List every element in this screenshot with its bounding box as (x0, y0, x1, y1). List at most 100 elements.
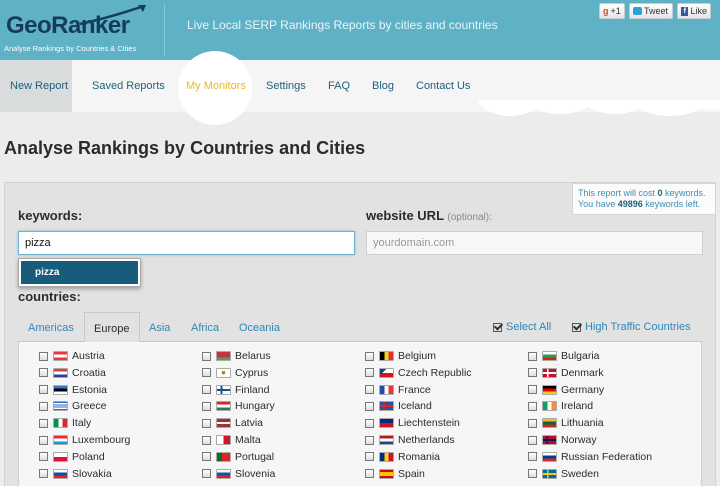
country-checkbox[interactable] (202, 351, 211, 361)
country-checkbox[interactable] (202, 469, 211, 479)
nav-new-report[interactable]: New Report (0, 60, 72, 112)
country-checkbox[interactable] (39, 452, 48, 462)
country-option[interactable]: Croatia (39, 366, 106, 380)
country-option[interactable]: Portugal (202, 450, 274, 464)
country-option[interactable]: Denmark (528, 366, 604, 380)
country-option[interactable]: Poland (39, 450, 105, 464)
country-checkbox[interactable] (365, 469, 374, 479)
country-option[interactable]: Lithuania (528, 416, 604, 430)
checkmark-icon (572, 322, 581, 332)
flag-icon (216, 451, 231, 462)
website-url-input[interactable]: yourdomain.com (366, 231, 703, 255)
country-option[interactable]: Cyprus (202, 366, 268, 380)
country-checkbox[interactable] (365, 435, 374, 445)
nav-faq[interactable]: FAQ (328, 80, 350, 92)
georanker-logo[interactable]: GeoRanker Analyse Rankings by Countries … (4, 4, 148, 56)
country-option[interactable]: Ireland (528, 399, 593, 413)
flag-icon (53, 435, 68, 445)
country-checkbox[interactable] (39, 385, 48, 395)
high-traffic-countries-link[interactable]: High Traffic Countries (572, 321, 691, 333)
country-label: Netherlands (398, 434, 455, 446)
nav-my-monitors[interactable]: My Monitors (186, 80, 246, 92)
country-option[interactable]: Slovenia (202, 467, 275, 481)
country-label: Czech Republic (398, 366, 472, 379)
keywords-input[interactable]: pizza (18, 231, 355, 255)
country-checkbox[interactable] (528, 401, 537, 411)
facebook-like-button[interactable]: f Like (677, 3, 711, 19)
country-option[interactable]: Bulgaria (528, 349, 600, 363)
country-checkbox[interactable] (365, 351, 374, 361)
country-option[interactable]: Finland (202, 383, 269, 397)
google-plus-button[interactable]: g +1 (599, 3, 625, 19)
country-checkbox[interactable] (528, 368, 537, 378)
country-option[interactable]: Luxembourg (39, 433, 130, 447)
country-checkbox[interactable] (365, 401, 374, 411)
tab-oceania[interactable]: Oceania (239, 322, 280, 334)
country-checkbox[interactable] (202, 452, 211, 462)
tab-europe[interactable]: Europe (84, 312, 140, 343)
autocomplete-item[interactable]: pizza (21, 261, 138, 284)
country-option[interactable]: Malta (202, 433, 261, 447)
country-option[interactable]: Iceland (365, 399, 432, 413)
country-option[interactable]: Czech Republic (365, 366, 472, 380)
country-option[interactable]: Spain (365, 467, 425, 481)
flag-icon (379, 418, 394, 429)
country-option[interactable]: Romania (365, 450, 440, 464)
country-checkbox[interactable] (528, 469, 537, 479)
country-checkbox[interactable] (365, 385, 374, 395)
country-checkbox[interactable] (528, 351, 537, 361)
select-all-link[interactable]: Select All (493, 321, 551, 333)
country-checkbox[interactable] (39, 368, 48, 378)
tweet-button[interactable]: Tweet (629, 3, 673, 19)
country-checkbox[interactable] (365, 452, 374, 462)
country-option[interactable]: Austria (39, 349, 105, 363)
keywords-label: keywords: (18, 208, 83, 223)
country-checkbox[interactable] (202, 418, 211, 428)
country-option[interactable]: Greece (39, 399, 106, 413)
country-checkbox[interactable] (39, 401, 48, 411)
tab-asia[interactable]: Asia (149, 322, 170, 334)
country-option[interactable]: Hungary (202, 399, 275, 413)
country-checkbox[interactable] (365, 368, 374, 378)
country-option[interactable]: Belgium (365, 349, 436, 363)
nav-saved-reports[interactable]: Saved Reports (92, 80, 165, 92)
keyword-autocomplete-dropdown: pizza (18, 258, 141, 287)
page-title: Analyse Rankings by Countries and Cities (4, 138, 366, 158)
tab-americas[interactable]: Americas (28, 322, 74, 334)
country-checkbox[interactable] (528, 452, 537, 462)
country-checkbox[interactable] (202, 435, 211, 445)
country-option[interactable]: Sweden (528, 467, 599, 481)
country-option[interactable]: Estonia (39, 383, 107, 397)
flag-icon (379, 351, 394, 361)
country-checkbox[interactable] (202, 401, 211, 411)
country-option[interactable]: Belarus (202, 349, 271, 363)
nav-contact-us[interactable]: Contact Us (416, 80, 470, 92)
country-checkbox[interactable] (528, 418, 537, 428)
country-checkbox[interactable] (39, 418, 48, 428)
flag-icon (542, 401, 557, 412)
country-option[interactable]: Latvia (202, 416, 263, 430)
country-checkbox[interactable] (202, 368, 211, 378)
country-option[interactable]: Liechtenstein (365, 416, 460, 430)
country-checkbox[interactable] (39, 469, 48, 479)
google-plus-icon: g (603, 6, 609, 16)
country-option[interactable]: Slovakia (39, 467, 112, 481)
country-checkbox[interactable] (528, 385, 537, 395)
country-option[interactable]: Norway (528, 433, 597, 447)
country-option[interactable]: Italy (39, 416, 91, 430)
nav-settings[interactable]: Settings (266, 80, 306, 92)
country-checkbox[interactable] (528, 435, 537, 445)
country-option[interactable]: Netherlands (365, 433, 455, 447)
country-checkbox[interactable] (365, 418, 374, 428)
country-label: Poland (72, 450, 105, 463)
country-checkbox[interactable] (39, 351, 48, 361)
checkmark-icon (493, 322, 502, 332)
tab-africa[interactable]: Africa (191, 322, 219, 334)
country-checkbox[interactable] (39, 435, 48, 445)
country-checkbox[interactable] (202, 385, 211, 395)
country-option[interactable]: Germany (528, 383, 604, 397)
country-option[interactable]: France (365, 383, 431, 397)
country-label: Russian Federation (561, 450, 653, 463)
nav-blog[interactable]: Blog (372, 80, 394, 92)
country-option[interactable]: Russian Federation (528, 450, 652, 464)
